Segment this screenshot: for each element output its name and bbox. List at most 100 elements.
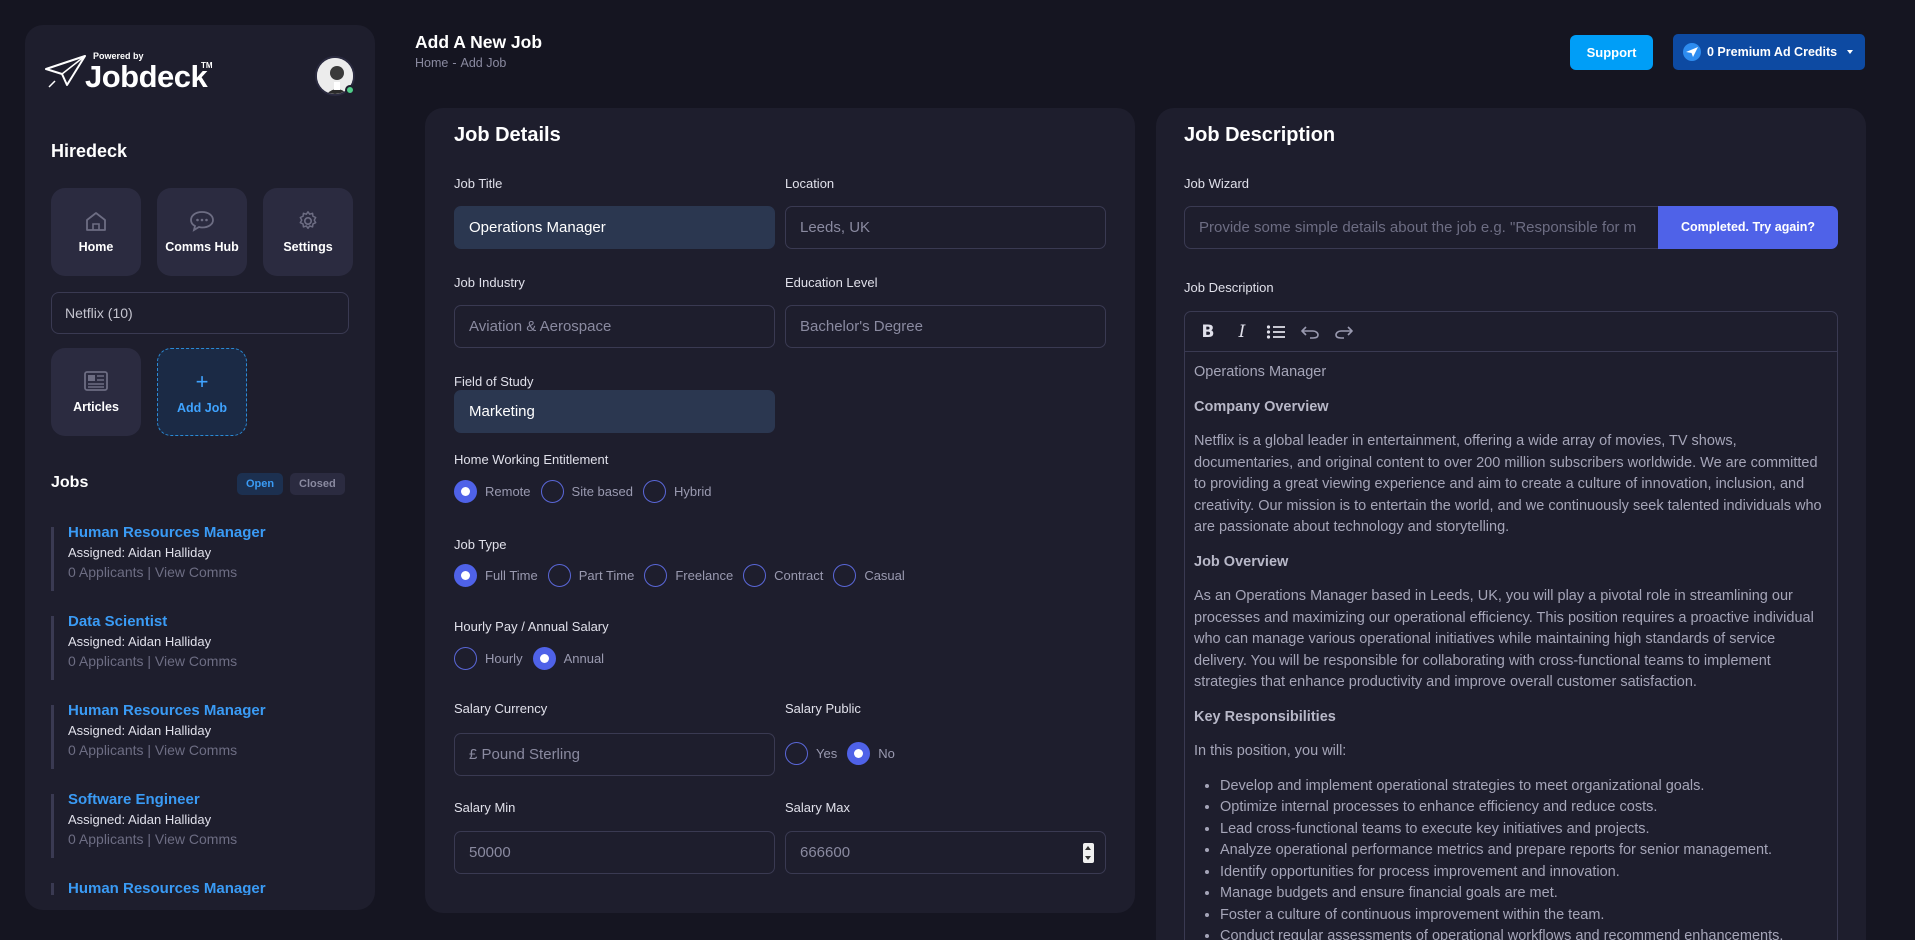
salary-min-label: Salary Min <box>454 800 516 815</box>
tile-articles[interactable]: Articles <box>51 348 141 436</box>
pay-type-label: Hourly Pay / Annual Salary <box>454 619 609 634</box>
field-of-study-input[interactable]: Marketing <box>454 390 775 433</box>
radio-circle[interactable] <box>644 564 668 587</box>
job-list-item[interactable]: Human Resources Manager Assigned: Aidan … <box>51 527 351 591</box>
support-button[interactable]: Support <box>1570 35 1653 70</box>
bold-icon[interactable]: B <box>1193 317 1223 347</box>
tile-comms-hub[interactable]: Comms Hub <box>157 188 247 276</box>
job-title-link[interactable]: Data Scientist <box>68 612 351 632</box>
undo-icon[interactable] <box>1295 317 1325 347</box>
rich-text-editor[interactable]: B I Operations Manager Company Overview … <box>1184 311 1838 940</box>
bullet-list-icon[interactable] <box>1261 317 1291 347</box>
radio-contract[interactable]: Contract <box>743 564 823 587</box>
salary-currency-select[interactable]: £ Pound Sterling <box>454 733 775 776</box>
number-spinner-icon[interactable] <box>1083 843 1094 863</box>
gear-icon <box>263 210 353 232</box>
tile-articles-label: Articles <box>73 400 119 414</box>
logo-wordmark: Jobdeck <box>85 59 208 94</box>
tile-home[interactable]: Home <box>51 188 141 276</box>
pay-type-radio-group: Hourly Annual <box>454 647 614 670</box>
newspaper-icon <box>51 370 141 392</box>
company-overview-text: Netflix is a global leader in entertainm… <box>1194 433 1822 535</box>
radio-circle[interactable] <box>532 647 556 670</box>
credits-label: 0 Premium Ad Credits <box>1707 45 1838 59</box>
location-input[interactable]: Leeds, UK <box>785 206 1106 249</box>
radio-circle[interactable] <box>833 564 857 587</box>
job-title-link[interactable]: Software Engineer <box>68 790 351 810</box>
list-item: Lead cross-functional teams to execute k… <box>1220 819 1828 841</box>
italic-icon[interactable]: I <box>1227 317 1257 347</box>
radio-hourly[interactable]: Hourly <box>454 647 523 670</box>
job-title-input[interactable]: Operations Manager <box>454 206 775 249</box>
applicants-link[interactable]: 0 Applicants <box>68 564 144 580</box>
radio-annual[interactable]: Annual <box>532 647 604 670</box>
radio-circle[interactable] <box>454 647 477 670</box>
job-overview-text: As an Operations Manager based in Leeds,… <box>1194 588 1814 690</box>
radio-remote[interactable]: Remote <box>454 480 531 503</box>
radio-circle[interactable] <box>785 742 808 765</box>
radio-circle[interactable] <box>743 564 767 587</box>
view-comms-link[interactable]: View Comms <box>155 564 237 580</box>
salary-max-input[interactable]: 666600 <box>785 831 1106 874</box>
radio-full-time[interactable]: Full Time <box>454 564 538 587</box>
breadcrumb-separator: - <box>452 56 457 70</box>
job-list-item[interactable]: Software Engineer Assigned: Aidan Hallid… <box>51 791 351 858</box>
job-industry-label: Job Industry <box>454 275 525 290</box>
radio-freelance[interactable]: Freelance <box>644 564 733 587</box>
radio-site-based[interactable]: Site based <box>540 480 633 503</box>
job-wizard-input[interactable]: Provide some simple details about the jo… <box>1184 206 1659 249</box>
job-assigned: Assigned: Aidan Halliday <box>68 545 212 560</box>
filter-closed-button[interactable]: Closed <box>290 473 345 495</box>
job-assigned: Assigned: Aidan Halliday <box>68 723 212 738</box>
job-list-item[interactable]: Human Resources Manager <box>51 880 351 895</box>
jobdeck-logo[interactable]: Powered by Jobdeck TM <box>45 49 225 94</box>
job-industry-select[interactable]: Aviation & Aerospace <box>454 305 775 348</box>
link-separator: | <box>147 742 152 758</box>
radio-label: Contract <box>774 568 824 583</box>
radio-circle[interactable] <box>642 480 666 503</box>
filter-open-button[interactable]: Open <box>237 473 284 495</box>
radio-circle[interactable] <box>454 564 477 587</box>
view-comms-link[interactable]: View Comms <box>155 831 237 847</box>
radio-circle[interactable] <box>547 564 571 587</box>
company-select[interactable]: Netflix (10) <box>51 292 349 334</box>
tile-add-job[interactable]: + Add Job <box>157 348 247 436</box>
view-comms-link[interactable]: View Comms <box>155 742 237 758</box>
job-description-card: Job Description Job Wizard Provide some … <box>1156 108 1866 940</box>
company-overview-heading: Company Overview <box>1194 398 1329 415</box>
view-comms-link[interactable]: View Comms <box>155 653 237 669</box>
chevron-down-icon <box>1847 50 1854 54</box>
radio-yes[interactable]: Yes <box>785 742 837 765</box>
applicants-link[interactable]: 0 Applicants <box>68 742 144 758</box>
premium-credits-dropdown[interactable]: 0 Premium Ad Credits <box>1673 34 1865 70</box>
job-list-item[interactable]: Human Resources Manager Assigned: Aidan … <box>51 702 351 769</box>
applicants-link[interactable]: 0 Applicants <box>68 653 144 669</box>
page-title: Add A New Job <box>415 32 543 52</box>
radio-label: Casual <box>864 568 905 583</box>
salary-max-value: 666600 <box>800 844 851 861</box>
salary-min-input[interactable]: 50000 <box>454 831 775 874</box>
editor-content[interactable]: Operations Manager Company Overview Netf… <box>1185 352 1837 940</box>
paper-plane-icon <box>1683 43 1701 61</box>
breadcrumb-home[interactable]: Home <box>415 56 448 70</box>
job-title-link[interactable]: Human Resources Manager <box>68 527 351 543</box>
applicants-link[interactable]: 0 Applicants <box>68 831 144 847</box>
logo-trademark: TM <box>201 61 213 70</box>
radio-circle[interactable] <box>454 480 477 503</box>
radio-hybrid[interactable]: Hybrid <box>642 480 712 503</box>
key-responsibilities-heading: Key Responsibilities <box>1194 708 1336 725</box>
list-item: Manage budgets and ensure financial goal… <box>1220 883 1828 905</box>
job-title-link[interactable]: Human Resources Manager <box>68 879 351 895</box>
redo-icon[interactable] <box>1329 317 1359 347</box>
radio-casual[interactable]: Casual <box>833 564 905 587</box>
education-level-select[interactable]: Bachelor's Degree <box>785 305 1106 348</box>
radio-part-time[interactable]: Part Time <box>547 564 634 587</box>
tile-settings[interactable]: Settings <box>263 188 353 276</box>
job-list-item[interactable]: Data Scientist Assigned: Aidan Halliday … <box>51 613 351 680</box>
radio-no[interactable]: No <box>847 742 895 765</box>
radio-circle[interactable] <box>847 742 871 765</box>
job-type-radio-group: Full Time Part Time Freelance Contract C… <box>454 564 915 587</box>
job-title-link[interactable]: Human Resources Manager <box>68 701 351 721</box>
wizard-generate-button[interactable]: Completed. Try again? <box>1658 206 1838 249</box>
radio-circle[interactable] <box>540 480 564 503</box>
